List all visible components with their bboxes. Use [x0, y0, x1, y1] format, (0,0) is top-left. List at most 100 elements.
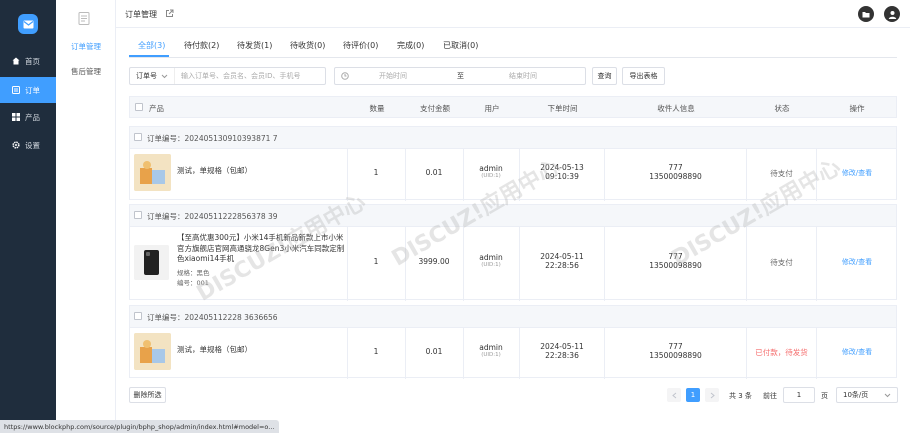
product-name[interactable]: 测试，单规格（包邮）	[177, 344, 252, 355]
end-date-input[interactable]: 结束时间	[509, 71, 537, 81]
goto-label: 前往	[763, 392, 777, 400]
user-icon	[888, 10, 896, 19]
page-unit-label: 页	[821, 392, 828, 400]
edit-view-link[interactable]: 修改/查看	[817, 257, 897, 267]
order-header: 订单编号：202405130910393871 7	[130, 127, 896, 149]
col-recipient: 收件人信息	[657, 104, 695, 113]
order-header: 订单编号：20240511222856378 39	[130, 205, 896, 227]
main-content: 订单管理 全部(3) 待付款(2) 待发货(1) 待收货(0) 待评价(0) 完…	[116, 0, 910, 433]
tab-completed[interactable]: 完成(0)	[397, 40, 424, 51]
col-product: 产品	[149, 104, 164, 113]
order-checkbox[interactable]	[134, 312, 142, 320]
product-name[interactable]: 测试，单规格（包邮）	[177, 165, 252, 176]
range-separator: 至	[457, 72, 464, 80]
tab-pending-receipt[interactable]: 待收货(0)	[290, 40, 325, 51]
quantity: 1	[373, 347, 379, 356]
product-name[interactable]: 【至高优惠300元】小米14手机新品新款上市小米官方旗舰店官网高通骁龙8Gen3…	[177, 233, 349, 265]
order-number: 订单编号：202405112228 3636656	[147, 313, 278, 322]
order-time: 2024-05-11 22:28:36	[540, 342, 584, 360]
sub-sidebar: 订单管理 售后管理	[56, 0, 116, 433]
col-status: 状态	[774, 104, 790, 113]
date-range-picker[interactable]: 开始时间 至 结束时间	[334, 67, 586, 85]
document-icon	[78, 12, 90, 25]
user-button[interactable]	[884, 6, 900, 22]
product-thumbnail[interactable]	[134, 333, 171, 370]
amount: 3999.00	[418, 257, 450, 266]
quantity: 1	[373, 168, 379, 177]
col-quantity: 数量	[369, 104, 385, 113]
status-badge: 待支付	[770, 258, 793, 267]
subnav-order-management[interactable]: 订单管理	[71, 41, 101, 52]
page-button-current[interactable]: 1	[686, 388, 700, 402]
nav-item-settings[interactable]: 设置	[0, 132, 56, 158]
grid-icon	[12, 113, 20, 121]
product-thumbnail[interactable]	[134, 245, 169, 280]
table-header: 产品 数量 支付金额 用户 下单时间 收件人信息 状态 操作	[129, 96, 897, 118]
clock-icon	[341, 72, 349, 80]
order-time: 2024-05-11 22:28:56	[540, 252, 584, 270]
logo-icon	[18, 14, 38, 34]
order-group: 订单编号：202405112228 3636656 测试，单规格（包邮） 1 0…	[129, 305, 897, 379]
nav-item-label: 设置	[25, 140, 40, 150]
nav-item-product[interactable]: 产品	[0, 104, 56, 130]
subnav-after-sales[interactable]: 售后管理	[71, 66, 101, 77]
search-input[interactable]: 输入订单号、会员名、会员ID、手机号	[175, 71, 300, 81]
goto-page-input[interactable]: 1	[783, 387, 815, 403]
export-button[interactable]: 导出表格	[622, 67, 665, 85]
search-group: 订单号 输入订单号、会员名、会员ID、手机号	[129, 67, 326, 85]
chevron-right-icon	[710, 392, 715, 398]
recipient: 777 13500098890	[649, 342, 702, 360]
user: admin (UID:1)	[479, 253, 503, 268]
external-link-icon[interactable]	[165, 9, 174, 18]
user: admin (UID:1)	[479, 343, 503, 358]
query-button[interactable]: 查询	[592, 67, 617, 85]
tab-pending-review[interactable]: 待评价(0)	[343, 40, 378, 51]
status-badge: 已付款，待发货	[755, 348, 808, 357]
status-badge: 待支付	[770, 169, 793, 178]
recipient: 777 13500098890	[649, 163, 702, 181]
col-amount: 支付金额	[420, 104, 450, 113]
chevron-down-icon	[161, 74, 168, 78]
home-icon	[12, 57, 20, 65]
tab-pending-shipment[interactable]: 待发货(1)	[237, 40, 272, 51]
order-header: 订单编号：202405112228 3636656	[130, 306, 896, 328]
page-title: 订单管理	[125, 10, 157, 19]
recipient: 777 13500098890	[649, 252, 702, 270]
folder-icon	[862, 11, 870, 17]
nav-item-home[interactable]: 首页	[0, 48, 56, 74]
edit-view-link[interactable]: 修改/查看	[817, 168, 897, 178]
order-checkbox[interactable]	[134, 133, 142, 141]
edit-view-link[interactable]: 修改/查看	[817, 347, 897, 357]
page-size-select[interactable]: 10条/页	[836, 387, 898, 403]
select-all-checkbox[interactable]	[135, 103, 143, 111]
quantity: 1	[373, 257, 379, 266]
order-group: 订单编号：202405130910393871 7 测试，单规格（包邮） 1 0…	[129, 126, 897, 201]
start-date-input[interactable]: 开始时间	[379, 71, 407, 81]
chevron-left-icon	[671, 392, 676, 398]
delete-selected-button[interactable]: 删除所选	[129, 387, 166, 403]
product-thumbnail[interactable]	[134, 154, 171, 191]
user: admin (UID:1)	[479, 164, 503, 179]
main-sidebar: 首页 订单 产品 设置	[0, 0, 56, 433]
nav-item-label: 首页	[25, 56, 40, 66]
page-size-value: 10条/页	[843, 391, 869, 399]
order-number: 订单编号：202405130910393871 7	[147, 134, 278, 143]
search-type-select[interactable]: 订单号	[130, 68, 175, 84]
product-spec: 规格：黑色 编号：001	[177, 269, 210, 287]
folder-button[interactable]	[858, 6, 874, 22]
top-bar: 订单管理	[116, 0, 910, 28]
table-footer: 删除所选 1 共 3 条 前往 1 页 10条/页	[129, 385, 898, 405]
tab-pending-payment[interactable]: 待付款(2)	[184, 40, 219, 51]
order-icon	[12, 86, 20, 94]
next-page-button[interactable]	[705, 388, 719, 402]
tab-all[interactable]: 全部(3)	[138, 40, 165, 51]
tab-cancelled[interactable]: 已取消(0)	[443, 40, 478, 51]
order-group: 订单编号：20240511222856378 39 【至高优惠300元】小米14…	[129, 204, 897, 301]
nav-item-label: 订单	[25, 85, 40, 95]
col-actions: 操作	[849, 104, 865, 113]
order-checkbox[interactable]	[134, 211, 142, 219]
total-count: 共 3 条	[729, 392, 752, 400]
nav-item-order[interactable]: 订单	[0, 77, 56, 103]
order-number: 订单编号：20240511222856378 39	[147, 212, 278, 221]
prev-page-button[interactable]	[667, 388, 681, 402]
